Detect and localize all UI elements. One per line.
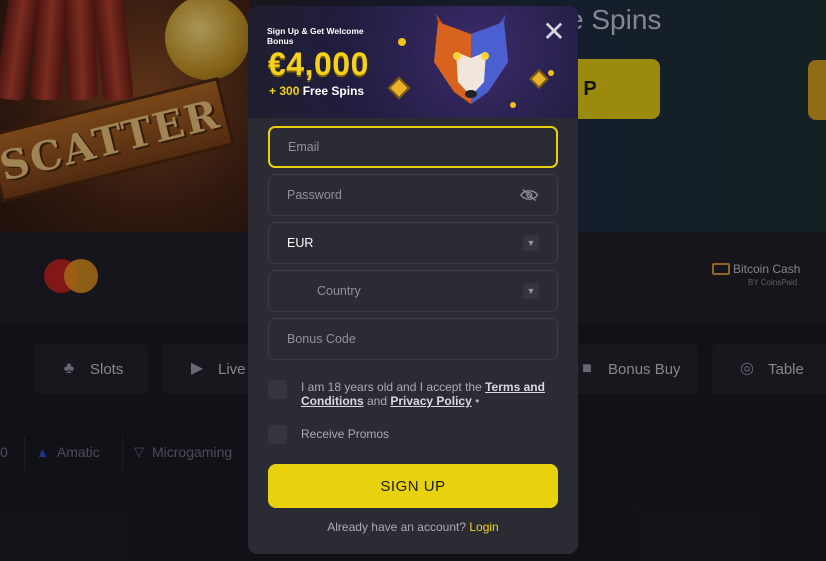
coin-sparkle	[398, 38, 406, 46]
password-input[interactable]	[287, 188, 521, 202]
eye-hidden-icon[interactable]	[520, 188, 539, 202]
terms-and: and	[363, 394, 391, 408]
terms-prefix: I am 18 years old and I accept the	[301, 380, 486, 394]
gem-decoration	[387, 76, 411, 100]
sign-up-button[interactable]: SIGN UP	[268, 464, 558, 508]
currency-value: EUR	[287, 236, 314, 250]
chevron-down-icon: ▼	[523, 235, 539, 251]
close-modal-button[interactable]: ✕	[538, 16, 570, 48]
email-input[interactable]	[288, 140, 538, 154]
terms-text: I am 18 years old and I accept the Terms…	[301, 380, 551, 408]
promo-spins-label: Free Spins	[302, 84, 365, 98]
terms-checkbox-row: I am 18 years old and I accept the Terms…	[268, 380, 551, 408]
privacy-policy-link[interactable]: Privacy Policy	[390, 394, 471, 408]
welcome-bonus-banner: Sign Up & Get Welcome Bonus €4,000 + 300…	[248, 6, 578, 118]
bonus-code-input[interactable]	[287, 332, 539, 346]
wolf-mascot-icon	[434, 14, 508, 104]
email-field[interactable]	[268, 126, 558, 168]
promo-spins-count: + 300	[269, 84, 300, 98]
login-link[interactable]: Login	[469, 520, 498, 534]
receive-promos-label: Receive Promos	[301, 427, 390, 441]
receive-promos-checkbox[interactable]	[268, 425, 287, 444]
country-placeholder: Country	[317, 284, 361, 298]
promo-free-spins: + 300 Free Spins	[269, 84, 364, 98]
login-prompt-text: Already have an account?	[327, 520, 470, 534]
terms-suffix: •	[471, 394, 480, 408]
terms-checkbox[interactable]	[268, 380, 287, 399]
signup-modal: Sign Up & Get Welcome Bonus €4,000 + 300…	[248, 6, 578, 554]
promos-checkbox-row: Receive Promos	[268, 425, 389, 444]
gem-decoration	[529, 69, 549, 89]
bonus-code-field[interactable]	[268, 318, 558, 360]
promo-amount: €4,000	[268, 46, 369, 82]
login-prompt: Already have an account? Login	[248, 520, 578, 534]
chevron-down-icon: ▼	[523, 283, 539, 299]
coin-sparkle	[548, 70, 554, 76]
password-field[interactable]	[268, 174, 558, 216]
country-select[interactable]: Country ▼	[268, 270, 558, 312]
currency-select[interactable]: EUR ▼	[268, 222, 558, 264]
promo-headline: Sign Up & Get Welcome Bonus	[267, 26, 364, 46]
